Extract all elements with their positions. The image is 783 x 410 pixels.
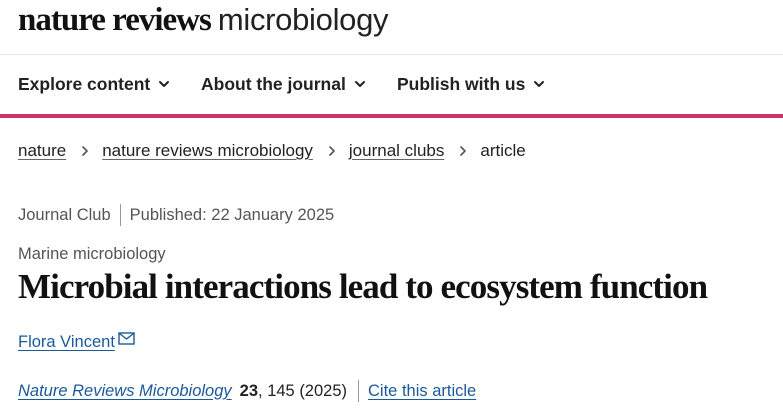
journal-logo[interactable]: nature reviews microbiology bbox=[18, 0, 389, 48]
nav-about-the-journal[interactable]: About the journal bbox=[201, 74, 366, 95]
citation-info: Nature Reviews Microbiology 23, 145 (202… bbox=[18, 380, 476, 402]
main-navigation: Explore content About the journal Publis… bbox=[0, 56, 783, 114]
breadcrumb: nature nature reviews microbiology journ… bbox=[18, 141, 526, 161]
meta-divider bbox=[119, 204, 121, 226]
chevron-down-icon bbox=[534, 80, 545, 87]
pages-year: , 145 (2025) bbox=[258, 381, 348, 400]
journal-link[interactable]: Nature Reviews Microbiology bbox=[18, 382, 232, 401]
breadcrumb-nature-reviews-microbiology[interactable]: nature reviews microbiology bbox=[102, 141, 313, 161]
article-title: Microbial interactions lead to ecosystem… bbox=[18, 267, 708, 306]
site-header: nature reviews microbiology bbox=[0, 0, 783, 55]
cite-divider bbox=[358, 380, 360, 402]
nav-explore-content-label: Explore content bbox=[18, 74, 151, 94]
chevron-down-icon bbox=[159, 80, 170, 87]
published-date: Published: 22 January 2025 bbox=[129, 205, 335, 224]
breadcrumb-journal-clubs[interactable]: journal clubs bbox=[349, 141, 444, 161]
nav-publish-with-us-label: Publish with us bbox=[397, 74, 526, 94]
nav-explore-content[interactable]: Explore content bbox=[18, 74, 170, 95]
chevron-down-icon bbox=[354, 80, 365, 87]
author-list: Flora Vincent bbox=[18, 330, 135, 354]
chevron-right-icon bbox=[329, 146, 335, 156]
article-type: Journal Club bbox=[18, 205, 111, 224]
nav-publish-with-us[interactable]: Publish with us bbox=[397, 74, 545, 95]
cite-this-article-link[interactable]: Cite this article bbox=[368, 382, 476, 401]
accent-divider bbox=[0, 114, 783, 118]
logo-light-text: microbiology bbox=[217, 2, 389, 37]
breadcrumb-nature[interactable]: nature bbox=[18, 141, 66, 161]
logo-bold-text: nature reviews bbox=[18, 2, 212, 38]
volume-number: 23 bbox=[239, 381, 259, 400]
breadcrumb-current: article bbox=[480, 141, 526, 160]
chevron-right-icon bbox=[82, 146, 89, 156]
article-subject: Marine microbiology bbox=[18, 245, 166, 263]
mail-icon[interactable] bbox=[118, 332, 135, 345]
article-meta: Journal Club Published: 22 January 2025 bbox=[18, 204, 334, 226]
chevron-right-icon bbox=[460, 146, 467, 156]
author-link[interactable]: Flora Vincent bbox=[18, 330, 115, 354]
nav-about-the-journal-label: About the journal bbox=[201, 74, 346, 94]
